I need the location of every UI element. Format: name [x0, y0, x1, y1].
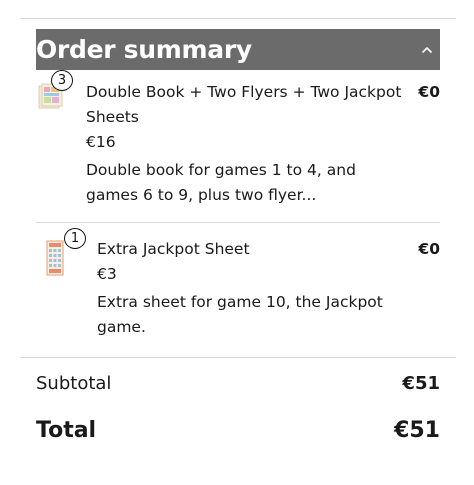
item-name: Double Book + Two Flyers + Two Jackpot S…	[86, 83, 402, 126]
total-value: €51	[394, 418, 440, 443]
order-line-item: 1 Extra Jackpot Sheet €3 Extra sheet for…	[36, 223, 440, 353]
totals-divider	[20, 357, 456, 358]
item-price: €16	[86, 133, 116, 151]
item-description: Extra sheet for game 10, the Jackpot gam…	[97, 293, 383, 336]
subtotal-row: Subtotal €51	[36, 373, 440, 394]
item-price: €3	[97, 265, 117, 283]
total-label: Total	[36, 418, 97, 443]
item-details: Double Book + Two Flyers + Two Jackpot S…	[86, 80, 411, 208]
item-line-total: €0	[418, 240, 440, 258]
item-details: Extra Jackpot Sheet €3 Extra sheet for g…	[97, 237, 397, 340]
order-line-item: 3 Double Book + Two Flyers + Two Jackpot…	[36, 70, 440, 222]
top-divider	[20, 18, 456, 19]
item-line-total: €0	[418, 83, 440, 101]
order-summary-title: Order summary	[36, 35, 252, 64]
quantity-badge: 3	[51, 70, 73, 91]
item-name: Extra Jackpot Sheet	[97, 240, 250, 258]
item-description: Double book for games 1 to 4, and games …	[86, 161, 356, 204]
quantity-badge: 1	[64, 228, 86, 249]
chevron-up-icon[interactable]	[420, 43, 434, 57]
jackpot-sheet-thumbnail-icon	[46, 240, 64, 276]
order-summary-toggle[interactable]: Order summary	[36, 29, 440, 70]
subtotal-value: €51	[402, 373, 440, 394]
subtotal-label: Subtotal	[36, 373, 112, 394]
total-row: Total €51	[36, 418, 440, 443]
